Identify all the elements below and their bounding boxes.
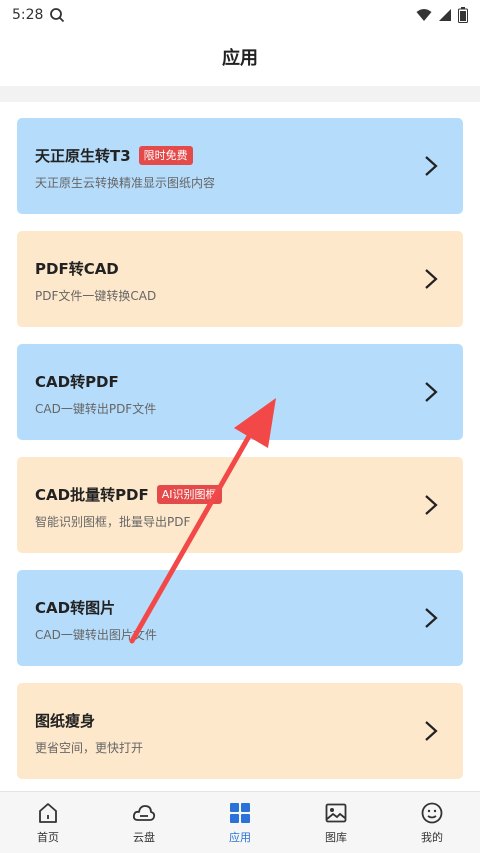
- nav-label: 我的: [421, 830, 443, 844]
- card-subtitle: 智能识别图框，批量导出PDF: [35, 515, 191, 529]
- search-icon: [50, 8, 65, 23]
- card-title-row: CAD转图片: [35, 597, 115, 618]
- card-title: 图纸瘦身: [35, 712, 96, 730]
- gallery-icon: [325, 803, 347, 822]
- feature-card-drawing-slim[interactable]: 图纸瘦身 更省空间，更快打开: [17, 683, 463, 779]
- card-subtitle: PDF文件一键转换CAD: [35, 289, 157, 303]
- card-title-row: CAD转PDF: [35, 371, 119, 392]
- battery-icon: [458, 7, 468, 23]
- status-left: 5:28: [12, 7, 65, 23]
- wifi-icon: [416, 9, 432, 21]
- chevron-right-icon: [425, 721, 438, 741]
- card-title-row: CAD批量转PDF AI识别图框: [35, 484, 222, 505]
- home-icon: [39, 802, 57, 823]
- nav-item-gallery[interactable]: 图库: [288, 792, 384, 853]
- page-title: 应用: [222, 48, 258, 69]
- feature-card-tangent-to-t3[interactable]: 天正原生转T3 限时免费 天正原生云转换精准显示图纸内容: [17, 118, 463, 214]
- nav-label: 首页: [37, 830, 59, 844]
- feature-card-pdf-to-cad[interactable]: PDF转CAD PDF文件一键转换CAD: [17, 231, 463, 327]
- bottom-nav: 首页 云盘 应用 图库 我的: [0, 791, 480, 853]
- status-time: 5:28: [12, 7, 44, 23]
- card-title-row: 天正原生转T3 限时免费: [35, 145, 193, 166]
- signal-icon: [439, 9, 451, 21]
- status-right: [416, 7, 468, 23]
- status-bar: 5:28: [0, 0, 480, 30]
- nav-item-cloud[interactable]: 云盘: [96, 792, 192, 853]
- feature-card-cad-batch-to-pdf[interactable]: CAD批量转PDF AI识别图框 智能识别图框，批量导出PDF: [17, 457, 463, 553]
- feature-card-cad-to-image[interactable]: CAD转图片 CAD一键转出图片文件: [17, 570, 463, 666]
- nav-label: 应用: [229, 830, 251, 844]
- nav-item-profile[interactable]: 我的: [384, 792, 480, 853]
- profile-icon: [421, 802, 443, 823]
- chevron-right-icon: [425, 156, 438, 176]
- chevron-right-icon: [425, 608, 438, 628]
- chevron-right-icon: [425, 495, 438, 515]
- nav-label: 云盘: [133, 830, 155, 844]
- card-title: CAD批量转PDF: [35, 486, 149, 504]
- card-title: CAD转PDF: [35, 373, 119, 391]
- card-subtitle: 更省空间，更快打开: [35, 741, 144, 755]
- apps-grid-icon: [230, 802, 250, 823]
- card-title-row: 图纸瘦身: [35, 710, 95, 731]
- card-title: 天正原生转T3: [35, 147, 131, 165]
- card-title: PDF转CAD: [35, 260, 119, 278]
- nav-label: 图库: [325, 830, 347, 844]
- nav-item-home[interactable]: 首页: [0, 792, 96, 853]
- nav-item-apps[interactable]: 应用: [192, 792, 288, 853]
- chevron-right-icon: [425, 269, 438, 289]
- card-title-row: PDF转CAD: [35, 258, 119, 279]
- feature-card-cad-to-pdf[interactable]: CAD转PDF CAD一键转出PDF文件: [17, 344, 463, 440]
- card-subtitle: 天正原生云转换精准显示图纸内容: [35, 176, 216, 190]
- card-title: CAD转图片: [35, 599, 116, 617]
- card-subtitle: CAD一键转出PDF文件: [35, 402, 157, 416]
- badge-ai: AI识别图框: [156, 485, 222, 504]
- card-subtitle: CAD一键转出图片文件: [35, 628, 157, 642]
- chevron-right-icon: [425, 382, 438, 402]
- badge-free: 限时免费: [138, 146, 193, 165]
- cloud-icon: [132, 804, 156, 821]
